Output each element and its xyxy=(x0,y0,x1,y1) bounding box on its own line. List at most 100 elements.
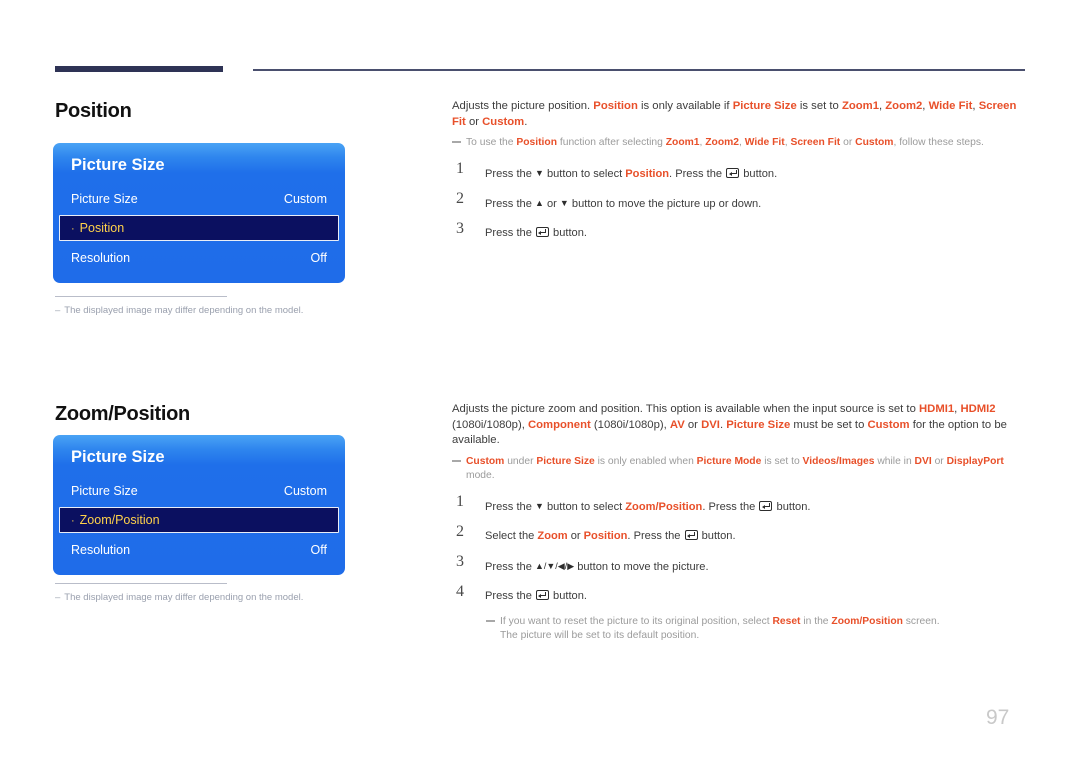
txt: function after selecting xyxy=(557,137,666,148)
enter-button-icon xyxy=(726,168,740,178)
txt: while in xyxy=(874,455,915,467)
kw: Custom xyxy=(855,137,894,148)
txt: . Press the xyxy=(669,168,726,180)
intro-paragraph: Adjusts the picture zoom and position. T… xyxy=(452,402,1028,449)
kw: Reset xyxy=(772,615,801,627)
txt: button. xyxy=(773,500,811,513)
osd-row-resolution[interactable]: Resolution Off xyxy=(53,536,345,564)
osd-row-picture-size[interactable]: Picture Size Custom xyxy=(53,477,345,505)
step-item: 1 Press the ▼ button to select Zoom/Posi… xyxy=(452,492,1028,518)
kw: Zoom/Position xyxy=(831,615,903,627)
bullet-icon: · xyxy=(71,515,75,527)
txt: screen. xyxy=(902,615,940,627)
footnote-dash: – xyxy=(55,592,61,603)
note-dash-icon xyxy=(452,459,461,462)
txt: To use the xyxy=(466,137,517,148)
enter-button-icon xyxy=(684,529,698,540)
osd-row-label-text: Zoom/Position xyxy=(79,513,160,527)
page-title-zoom-position: Zoom/Position xyxy=(55,403,190,425)
enter-button-icon xyxy=(759,500,773,511)
arrow-down-icon: ▼ xyxy=(559,198,569,208)
txt: The picture will be set to its default p… xyxy=(500,630,700,641)
kw: Position xyxy=(516,137,557,148)
txt: button. xyxy=(549,227,587,239)
step-number: 1 xyxy=(456,492,464,510)
txt: is only enabled when xyxy=(594,455,697,467)
txt: Adjusts the picture position. xyxy=(452,100,594,112)
arrow-up-icon: ▲ xyxy=(534,198,544,208)
txt: button. xyxy=(698,529,736,542)
txt: or xyxy=(543,198,560,210)
osd-row-label: Resolution xyxy=(71,543,131,557)
txt: or xyxy=(931,455,947,467)
footnote-dash: – xyxy=(55,305,61,316)
txt: button. xyxy=(740,168,778,180)
txt: is only available if xyxy=(637,100,733,112)
step-number: 2 xyxy=(456,522,464,540)
page-title-position: Position xyxy=(55,100,132,122)
kw: Zoom2 xyxy=(705,137,740,148)
kw: Zoom2 xyxy=(885,100,923,112)
txt: is set to xyxy=(796,100,842,112)
step-text: Press the ▼ button to select Position. P… xyxy=(485,162,1028,182)
osd-row-value: Off xyxy=(310,543,327,557)
txt: button to select xyxy=(543,168,626,180)
txt: (1080i/1080p), xyxy=(452,418,528,431)
note-dash-icon xyxy=(486,619,495,622)
step-number: 1 xyxy=(456,160,464,177)
left-footnote-position: – The displayed image may differ dependin… xyxy=(55,296,355,316)
osd-menu-panel-zoom-position: Picture Size Picture Size Custom · Zoom/P… xyxy=(53,435,345,575)
footnote-body: The displayed image may differ depending… xyxy=(64,592,304,603)
kw: Picture Size xyxy=(536,455,595,467)
osd-row-label: Picture Size xyxy=(71,192,138,206)
osd-row-position-selected[interactable]: · Position xyxy=(59,215,339,241)
kw: Zoom1 xyxy=(665,137,700,148)
step-text: Press the button. xyxy=(485,585,1028,604)
osd-row-picture-size[interactable]: Picture Size Custom xyxy=(53,185,345,213)
note-paragraph: Custom under Picture Size is only enable… xyxy=(452,455,1028,483)
step-number: 4 xyxy=(456,582,464,600)
txt: or xyxy=(465,115,483,128)
arrow-down-icon: ▼ xyxy=(534,500,544,511)
osd-row-resolution[interactable]: Resolution Off xyxy=(53,244,345,272)
step-number: 3 xyxy=(456,220,464,237)
txt: mode. xyxy=(466,469,495,481)
kw: Videos/Images xyxy=(802,455,875,467)
kw: DVI xyxy=(914,455,932,467)
enter-button-icon xyxy=(535,227,549,237)
step-text: Press the ▲/▼/◀/▶ button to move the pic… xyxy=(485,555,1028,575)
kw: Position xyxy=(583,529,628,542)
step-number: 3 xyxy=(456,552,464,570)
txt: button. xyxy=(549,589,587,602)
step-item: 3 Press the button. xyxy=(452,220,1028,245)
txt: must be set to xyxy=(790,418,868,431)
footnote-rule xyxy=(55,296,227,297)
footnote-rule xyxy=(55,583,227,584)
reset-subnote: If you want to reset the picture to its … xyxy=(486,615,1028,644)
intro-paragraph: Adjusts the picture position. Position i… xyxy=(452,99,1028,130)
step-item: 3 Press the ▲/▼/◀/▶ button to move the p… xyxy=(452,552,1028,578)
footnote-body: The displayed image may differ depending… xyxy=(64,305,304,316)
osd-row-zoom-position-selected[interactable]: · Zoom/Position xyxy=(59,507,339,533)
osd-title: Picture Size xyxy=(71,448,165,466)
step-text: Press the ▲ or ▼ button to move the pict… xyxy=(485,192,1028,212)
txt: Press the xyxy=(485,168,535,180)
kw: Picture Size xyxy=(732,100,797,112)
kw: Position xyxy=(593,100,638,112)
txt: or xyxy=(840,137,856,148)
txt: Press the xyxy=(485,560,535,573)
step-text: Press the ▼ button to select Zoom/Positi… xyxy=(485,495,1028,515)
kw: Component xyxy=(528,418,591,431)
arrow-down-icon: ▼ xyxy=(534,168,544,178)
enter-button-icon xyxy=(535,589,549,600)
txt: is set to xyxy=(761,455,803,467)
kw: AV xyxy=(669,418,685,431)
osd-row-label: Picture Size xyxy=(71,484,138,498)
step-text: Select the Zoom or Position. Press the b… xyxy=(485,525,1028,544)
osd-row-list: Picture Size Custom · Zoom/Position Resol… xyxy=(53,477,345,564)
page-number: 97 xyxy=(986,706,1010,729)
txt: or xyxy=(567,529,584,542)
kw: DisplayPort xyxy=(946,455,1004,467)
txt: or xyxy=(684,418,702,431)
txt: Press the xyxy=(485,227,535,239)
